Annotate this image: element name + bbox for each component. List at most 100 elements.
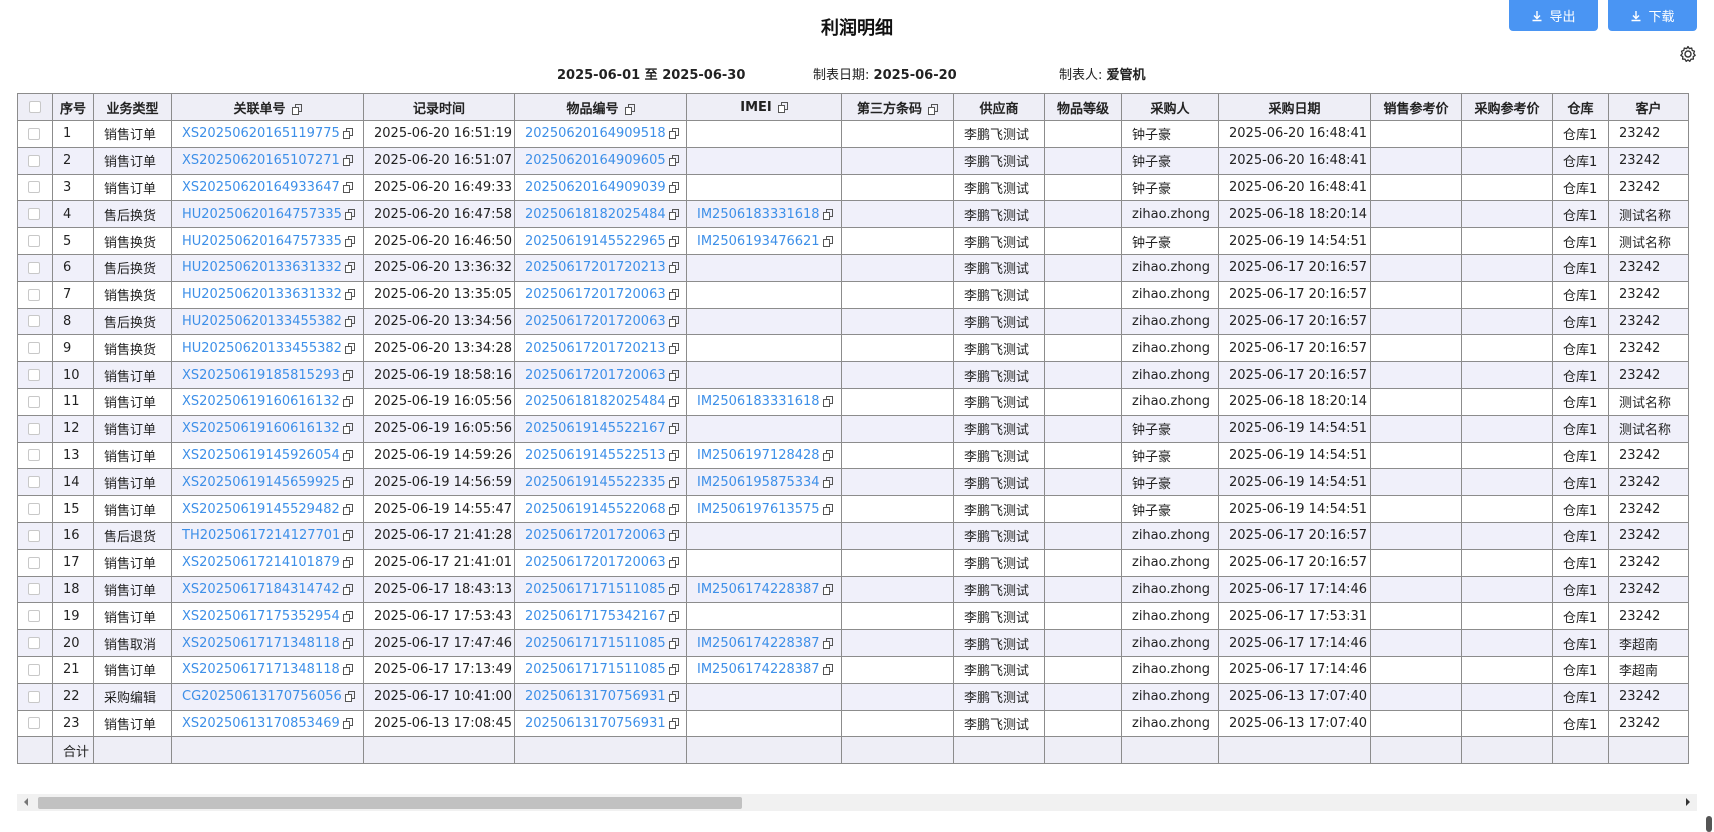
table-row[interactable]: 12 销售订单 XS20250619160616132 2025-06-19 16:0… <box>17 414 1689 443</box>
copy-icon[interactable] <box>668 503 679 515</box>
copy-icon[interactable] <box>668 208 679 220</box>
copy-icon[interactable] <box>822 583 833 595</box>
cell-order[interactable]: XS20250619145659925 <box>171 468 364 497</box>
cell-order[interactable]: XS20250617214101879 <box>171 548 364 577</box>
col-header-supplier[interactable]: 供应商 <box>953 93 1045 121</box>
col-header-no[interactable]: 序号 <box>52 93 94 121</box>
cell-imei[interactable]: IM2506174228387 <box>686 629 842 657</box>
cell-order[interactable]: XS20250619160616132 <box>171 387 364 416</box>
cell-imei[interactable]: IM2506183331618 <box>686 387 842 416</box>
cell-order[interactable]: CG20250613170756056 <box>171 682 364 711</box>
row-checkbox[interactable] <box>17 602 53 631</box>
table-row[interactable]: 1 销售订单 XS20250620165119775 2025-06-20 16:51… <box>17 120 1689 148</box>
cell-item[interactable]: 20250618182025484 <box>514 387 687 416</box>
cell-order[interactable]: HU20250620133631332 <box>171 253 364 282</box>
cell-order[interactable]: TH20250617214127701 <box>171 521 364 550</box>
cell-imei[interactable]: IM2506195875334 <box>686 468 842 497</box>
row-checkbox[interactable] <box>17 280 53 309</box>
copy-icon[interactable] <box>668 128 679 140</box>
copy-icon[interactable] <box>342 637 353 649</box>
table-row[interactable]: 11 销售订单 XS20250619160616132 2025-06-19 16:0… <box>17 387 1689 416</box>
cell-order[interactable]: XS20250617171348118 <box>171 629 364 657</box>
copy-icon[interactable] <box>342 583 353 595</box>
row-checkbox[interactable] <box>17 361 53 389</box>
copy-icon[interactable] <box>822 449 833 461</box>
row-checkbox[interactable] <box>17 521 53 550</box>
cell-item[interactable]: 20250617201720063 <box>514 548 687 577</box>
copy-icon[interactable] <box>822 476 833 488</box>
col-header-type[interactable]: 业务类型 <box>93 93 172 121</box>
cell-item[interactable]: 20250617171511085 <box>514 575 687 604</box>
cell-item[interactable]: 20250613170756931 <box>514 682 687 711</box>
cell-item[interactable]: 20250613170756931 <box>514 709 687 738</box>
col-header-warehouse[interactable]: 仓库 <box>1552 93 1609 121</box>
copy-icon[interactable] <box>668 289 679 301</box>
export-button[interactable]: 导出 <box>1509 0 1598 31</box>
copy-icon[interactable] <box>342 423 353 435</box>
cell-order[interactable]: HU20250620133455382 <box>171 307 364 336</box>
copy-icon[interactable] <box>668 664 679 676</box>
col-header-item[interactable]: 物品编号 <box>514 93 687 121</box>
table-row[interactable]: 22 采购编辑 CG20250613170756056 2025-06-17 10:4… <box>17 682 1689 711</box>
copy-icon[interactable] <box>928 103 938 115</box>
copy-icon[interactable] <box>624 103 635 115</box>
copy-icon[interactable] <box>344 315 355 327</box>
row-checkbox[interactable] <box>17 387 53 416</box>
copy-icon[interactable] <box>668 423 679 435</box>
copy-icon[interactable] <box>342 476 353 488</box>
row-checkbox[interactable] <box>17 414 53 443</box>
cell-item[interactable]: 20250617175342167 <box>514 602 687 631</box>
table-row[interactable]: 15 销售订单 XS20250619145529482 2025-06-19 14:5… <box>17 495 1689 523</box>
table-row[interactable]: 18 销售订单 XS20250617184314742 2025-06-17 18:4… <box>17 575 1689 604</box>
copy-icon[interactable] <box>777 101 788 113</box>
copy-icon[interactable] <box>342 128 353 140</box>
row-checkbox[interactable] <box>17 629 53 657</box>
copy-icon[interactable] <box>342 155 353 167</box>
cell-item[interactable]: 20250617201720063 <box>514 521 687 550</box>
cell-order[interactable]: XS20250617184314742 <box>171 575 364 604</box>
copy-icon[interactable] <box>668 342 679 354</box>
copy-icon[interactable] <box>668 610 679 622</box>
table-row[interactable]: 4 售后换货 HU20250620164757335 2025-06-20 16:47… <box>17 200 1689 229</box>
cell-item[interactable]: 20250617171511085 <box>514 655 687 684</box>
copy-icon[interactable] <box>344 235 355 247</box>
col-header-time[interactable]: 记录时间 <box>363 93 515 121</box>
cell-order[interactable]: HU20250620133455382 <box>171 334 364 363</box>
cell-order[interactable]: XS20250617171348118 <box>171 655 364 684</box>
copy-icon[interactable] <box>668 369 679 381</box>
gear-icon[interactable] <box>1678 44 1698 64</box>
cell-item[interactable]: 20250617201720063 <box>514 307 687 336</box>
col-header-third-code[interactable]: 第三方条码 <box>841 93 954 121</box>
row-checkbox[interactable] <box>17 253 53 282</box>
row-checkbox[interactable] <box>17 655 53 684</box>
table-row[interactable]: 7 销售换货 HU20250620133631332 2025-06-20 13:35… <box>17 280 1689 309</box>
cell-item[interactable]: 20250619145522513 <box>514 441 687 470</box>
cell-order[interactable]: XS20250620165107271 <box>171 146 364 175</box>
row-checkbox[interactable] <box>17 120 53 148</box>
copy-icon[interactable] <box>822 208 833 220</box>
copy-icon[interactable] <box>344 691 355 703</box>
copy-icon[interactable] <box>344 262 355 274</box>
cell-item[interactable]: 20250618182025484 <box>514 200 687 229</box>
cell-imei[interactable]: IM2506197613575 <box>686 495 842 523</box>
copy-icon[interactable] <box>344 289 355 301</box>
row-checkbox[interactable] <box>17 682 53 711</box>
col-header-imei[interactable]: IMEI <box>686 93 842 121</box>
horizontal-scrollbar[interactable] <box>17 794 1697 811</box>
copy-icon[interactable] <box>342 610 353 622</box>
copy-icon[interactable] <box>668 396 679 408</box>
copy-icon[interactable] <box>668 557 679 569</box>
row-checkbox[interactable] <box>17 307 53 336</box>
copy-icon[interactable] <box>342 717 353 729</box>
cell-item[interactable]: 20250619145522335 <box>514 468 687 497</box>
table-row[interactable]: 17 销售订单 XS20250617214101879 2025-06-17 21:4… <box>17 548 1689 577</box>
row-checkbox[interactable] <box>17 146 53 175</box>
table-row[interactable]: 14 销售订单 XS20250619145659925 2025-06-19 14:5… <box>17 468 1689 497</box>
cell-imei[interactable]: IM2506197128428 <box>686 441 842 470</box>
copy-icon[interactable] <box>668 181 679 193</box>
cell-order[interactable]: XS20250619185815293 <box>171 361 364 389</box>
cell-order[interactable]: HU20250620133631332 <box>171 280 364 309</box>
table-row[interactable]: 5 销售换货 HU20250620164757335 2025-06-20 16:46… <box>17 227 1689 255</box>
copy-icon[interactable] <box>668 637 679 649</box>
table-row[interactable]: 3 销售订单 XS20250620164933647 2025-06-20 16:49… <box>17 173 1689 202</box>
